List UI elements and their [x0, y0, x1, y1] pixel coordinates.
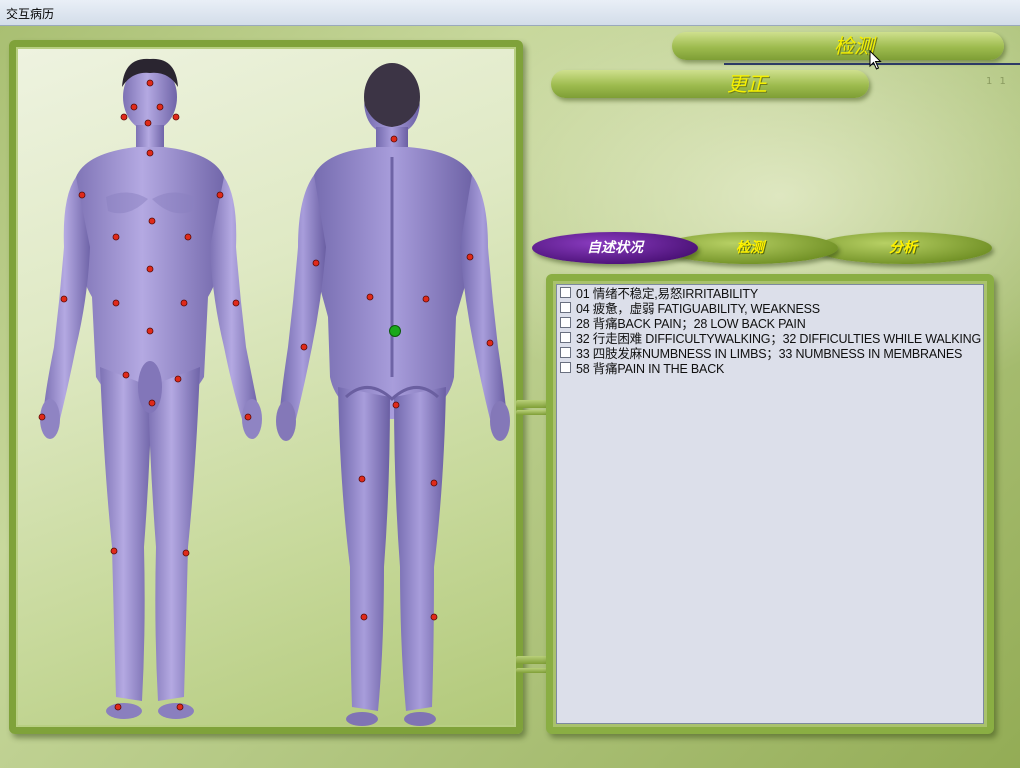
- correct-button[interactable]: 更正: [551, 70, 869, 98]
- checkbox-icon[interactable]: [560, 287, 571, 298]
- app-client-area: 检测 1 1 更正 分析 检测 自述状况 01 情绪不稳定,易怒IRRITABI…: [0, 26, 1020, 768]
- corner-indicator: 1 1: [986, 76, 1008, 87]
- acupoint-marker[interactable]: [422, 295, 430, 303]
- tab-self-report[interactable]: 自述状况: [532, 232, 698, 264]
- back-body-figure: [276, 63, 510, 726]
- acupoint-marker[interactable]: [112, 299, 120, 307]
- checkbox-icon[interactable]: [560, 362, 571, 373]
- acupoint-marker[interactable]: [114, 703, 122, 711]
- acupoint-marker[interactable]: [244, 413, 252, 421]
- acupoint-marker[interactable]: [430, 479, 438, 487]
- acupoint-marker[interactable]: [120, 113, 128, 121]
- correct-button-label: 更正: [727, 72, 767, 96]
- body-diagram[interactable]: [16, 47, 516, 727]
- acupoint-marker[interactable]: [180, 299, 188, 307]
- tab-detect-label: 检测: [736, 240, 764, 256]
- window-title: 交互病历: [6, 7, 55, 21]
- checkbox-icon[interactable]: [560, 332, 571, 343]
- acupoint-marker[interactable]: [38, 413, 46, 421]
- acupoint-marker[interactable]: [358, 475, 366, 483]
- acupoint-marker[interactable]: [366, 293, 374, 301]
- checkbox-icon[interactable]: [560, 317, 571, 328]
- acupoint-marker[interactable]: [148, 217, 156, 225]
- symptom-item[interactable]: 58 背痛PAIN IN THE BACK: [557, 360, 983, 376]
- symptom-label: 58 背痛PAIN IN THE BACK: [576, 362, 725, 376]
- acupoint-marker[interactable]: [182, 549, 190, 557]
- tab-analyze[interactable]: 分析: [814, 232, 992, 264]
- tab-self-report-label: 自述状况: [587, 240, 643, 256]
- acupoint-marker[interactable]: [184, 233, 192, 241]
- front-body-figure: [40, 58, 262, 719]
- acupoint-marker[interactable]: [392, 401, 400, 409]
- acupoint-marker[interactable]: [312, 259, 320, 267]
- detect-button-label: 检测: [834, 34, 874, 58]
- acupoint-marker[interactable]: [174, 375, 182, 383]
- acupoint-marker[interactable]: [300, 343, 308, 351]
- acupoint-marker[interactable]: [430, 613, 438, 621]
- acupoint-marker[interactable]: [232, 299, 240, 307]
- acupoint-marker[interactable]: [110, 547, 118, 555]
- acupoint-marker[interactable]: [146, 327, 154, 335]
- acupoint-marker[interactable]: [146, 79, 154, 87]
- checkbox-icon[interactable]: [560, 302, 571, 313]
- acupoint-marker[interactable]: [156, 103, 164, 111]
- acupoint-marker[interactable]: [176, 703, 184, 711]
- acupoint-marker[interactable]: [130, 103, 138, 111]
- symptom-list[interactable]: 01 情绪不稳定,易怒IRRITABILITY 04 疲惫，虚弱 FATIGUA…: [556, 284, 984, 724]
- acupoint-marker[interactable]: [122, 371, 130, 379]
- acupoint-marker[interactable]: [360, 613, 368, 621]
- detect-button[interactable]: 检测: [672, 32, 1004, 60]
- symptom-list-panel: 01 情绪不稳定,易怒IRRITABILITY 04 疲惫，虚弱 FATIGUA…: [546, 274, 994, 734]
- window-titlebar: 交互病历: [0, 0, 1020, 26]
- mouse-pointer-icon: [869, 50, 882, 70]
- acupoint-marker[interactable]: [390, 135, 398, 143]
- acupoint-marker[interactable]: [112, 233, 120, 241]
- tab-analyze-label: 分析: [889, 240, 917, 256]
- checkbox-icon[interactable]: [560, 347, 571, 358]
- acupoint-marker[interactable]: [216, 191, 224, 199]
- acupoint-marker[interactable]: [148, 399, 156, 407]
- acupoint-marker[interactable]: [146, 149, 154, 157]
- acupoint-marker[interactable]: [78, 191, 86, 199]
- acupoint-marker[interactable]: [172, 113, 180, 121]
- acupoint-marker[interactable]: [486, 339, 494, 347]
- acupoint-marker[interactable]: [144, 119, 152, 127]
- body-diagram-panel: [9, 40, 523, 734]
- selected-acupoint-marker[interactable]: [389, 325, 401, 337]
- acupoint-marker[interactable]: [60, 295, 68, 303]
- acupoint-marker[interactable]: [146, 265, 154, 273]
- acupoint-marker[interactable]: [466, 253, 474, 261]
